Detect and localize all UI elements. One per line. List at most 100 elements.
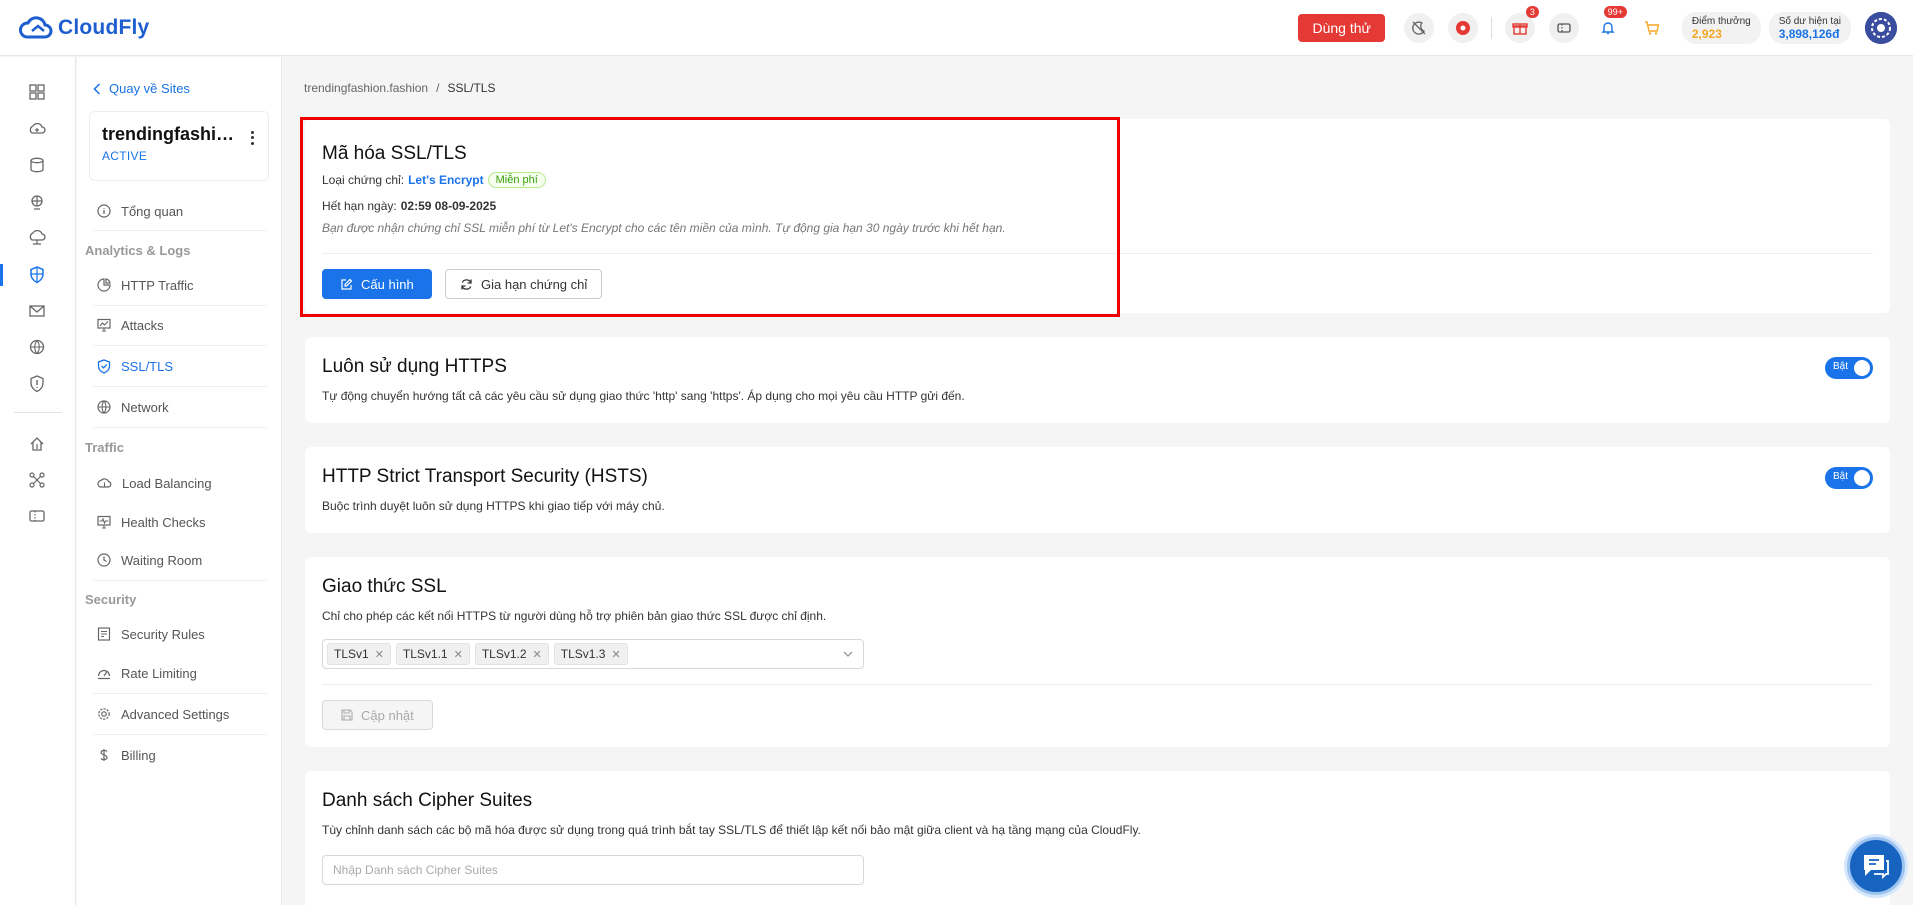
gift-icon[interactable]: 3 [1504, 6, 1539, 43]
breadcrumb-site[interactable]: trendingfashion.fashion [304, 81, 428, 95]
icon-rail [0, 57, 76, 905]
shield-globe-icon[interactable] [27, 265, 47, 285]
reward-points-label: Điểm thưởng [1691, 15, 1751, 27]
nav-divider [93, 386, 267, 387]
brand-name: CloudFly [58, 15, 150, 39]
cipher-suites-card: Danh sách Cipher Suites Tùy chỉnh danh s… [305, 771, 1890, 905]
cloud-server-icon[interactable] [27, 119, 47, 139]
pie-chart-icon [97, 278, 111, 292]
list-settings-icon [97, 627, 111, 641]
ticket-icon[interactable] [1548, 13, 1579, 43]
remove-tag-icon[interactable]: ✕ [375, 648, 384, 661]
hsts-desc: Buộc trình duyệt luôn sử dụng HTTPS khi … [322, 499, 665, 513]
update-button-label: Cập nhật [361, 707, 414, 723]
dashboard-icon[interactable] [27, 82, 47, 102]
cloud-logo-icon [19, 15, 53, 38]
protocol-tag: TLSv1 ✕ [327, 643, 391, 665]
back-to-sites-link[interactable]: Quay về Sites [93, 81, 190, 96]
nav-group-traffic: Traffic [85, 440, 125, 455]
nav-security-rules-label: Security Rules [121, 626, 205, 642]
more-options-icon[interactable] [246, 130, 258, 146]
globe-nav-icon [97, 400, 111, 414]
mail-icon[interactable] [27, 301, 47, 321]
shield-alert-icon[interactable] [27, 374, 47, 394]
nav-rate-limiting[interactable]: Rate Limiting [97, 661, 197, 685]
toggle-label: Bật [1833, 471, 1849, 482]
gift-count-badge: 3 [1525, 6, 1539, 18]
nav-ssl-tls[interactable]: SSL/TLS [97, 354, 173, 378]
user-avatar[interactable] [1865, 12, 1897, 44]
nav-group-security: Security [85, 592, 137, 607]
gear-icon [98, 708, 110, 720]
protocol-tag-label: TLSv1.1 [402, 647, 448, 661]
nav-waiting-room-label: Waiting Room [121, 552, 203, 568]
trial-button[interactable]: Dùng thử [1298, 14, 1385, 42]
hsts-title: HTTP Strict Transport Security (HSTS) [322, 466, 648, 487]
update-button[interactable]: Cập nhật [322, 700, 433, 730]
database-icon[interactable] [27, 155, 47, 175]
breadcrumb-separator: / [436, 81, 440, 95]
ssl-protocol-select[interactable]: TLSv1 ✕ TLSv1.1 ✕ TLSv1.2 ✕ TLSv1.3 ✕ [322, 639, 864, 669]
always-https-toggle[interactable]: Bật [1825, 357, 1873, 379]
hsts-toggle[interactable]: Bật [1825, 467, 1873, 489]
card-divider [322, 684, 1873, 685]
record-icon[interactable] [1447, 13, 1478, 43]
site-name: trendingfashion.fashion [102, 124, 242, 144]
cipher-suites-input[interactable]: Nhập Danh sách Cipher Suites [322, 855, 864, 885]
account-balance[interactable]: Số dư hiện tại 3,898,126đ [1768, 12, 1851, 44]
top-header: CloudFly Dùng thử 3 99+ Điểm thưởng 2,92… [0, 0, 1913, 56]
clock-icon [97, 553, 111, 567]
nav-group-analytics: Analytics & Logs [85, 243, 191, 258]
rail-divider [14, 412, 62, 413]
nav-health-checks[interactable]: Health Checks [97, 510, 206, 534]
nav-divider [93, 427, 267, 428]
nodes-icon[interactable] [27, 470, 47, 490]
always-https-title: Luôn sử dụng HTTPS [322, 356, 507, 377]
cloud-upload-icon [97, 478, 112, 488]
nav-advanced-settings[interactable]: Advanced Settings [97, 702, 229, 726]
nav-health-checks-label: Health Checks [121, 514, 206, 530]
cipher-suites-title: Danh sách Cipher Suites [322, 790, 533, 811]
nav-load-balancing[interactable]: Load Balancing [97, 471, 212, 495]
protocol-tag-label: TLSv1.2 [481, 647, 527, 661]
cart-icon[interactable] [1637, 13, 1667, 43]
nav-divider [93, 230, 267, 231]
protocol-tag-label: TLSv1 [334, 647, 369, 661]
site-status: ACTIVE [102, 149, 148, 163]
nav-attacks[interactable]: Attacks [97, 313, 164, 337]
cloudfly-logo[interactable]: CloudFly [18, 15, 149, 41]
active-indicator [0, 264, 3, 286]
protocol-tag: TLSv1.3 ✕ [553, 643, 628, 665]
header-actions: Dùng thử 3 99+ Điểm thưởng 2,923 Số dư h… [1298, 0, 1913, 56]
ticket-rail-icon[interactable] [27, 506, 47, 526]
nav-overview[interactable]: Tổng quan [97, 199, 183, 223]
nav-security-rules[interactable]: Security Rules [97, 622, 205, 646]
protocol-tag-label: TLSv1.3 [560, 647, 606, 661]
nav-network[interactable]: Network [97, 395, 169, 419]
nav-http-traffic[interactable]: HTTP Traffic [97, 273, 193, 297]
remove-tag-icon[interactable]: ✕ [611, 648, 620, 661]
nav-http-traffic-label: HTTP Traffic [121, 277, 194, 293]
cloud-network-icon[interactable] [27, 228, 47, 248]
nav-divider [93, 580, 267, 581]
moon-off-icon[interactable] [1403, 13, 1434, 43]
remove-tag-icon[interactable]: ✕ [533, 648, 542, 661]
nav-divider [93, 734, 267, 735]
shield-icon [97, 358, 111, 374]
remove-tag-icon[interactable]: ✕ [454, 648, 463, 661]
chat-support-button[interactable] [1847, 837, 1905, 895]
protocol-tag: TLSv1.2 ✕ [474, 643, 549, 665]
hsts-card: HTTP Strict Transport Security (HSTS) Bu… [305, 447, 1890, 533]
highlight-box [300, 117, 1120, 317]
globe-icon[interactable] [27, 192, 47, 212]
chevron-down-icon[interactable] [843, 650, 853, 658]
bell-icon[interactable]: 99+ [1593, 6, 1627, 43]
reward-points[interactable]: Điểm thưởng 2,923 [1681, 12, 1761, 44]
nav-waiting-room[interactable]: Waiting Room [97, 548, 202, 572]
toggle-knob [1854, 470, 1870, 486]
www-icon[interactable] [27, 337, 47, 357]
breadcrumb-current: SSL/TLS [447, 81, 496, 95]
back-to-sites-label: Quay về Sites [109, 81, 190, 96]
home-dollar-icon[interactable] [27, 434, 47, 454]
nav-billing[interactable]: Billing [97, 743, 156, 767]
